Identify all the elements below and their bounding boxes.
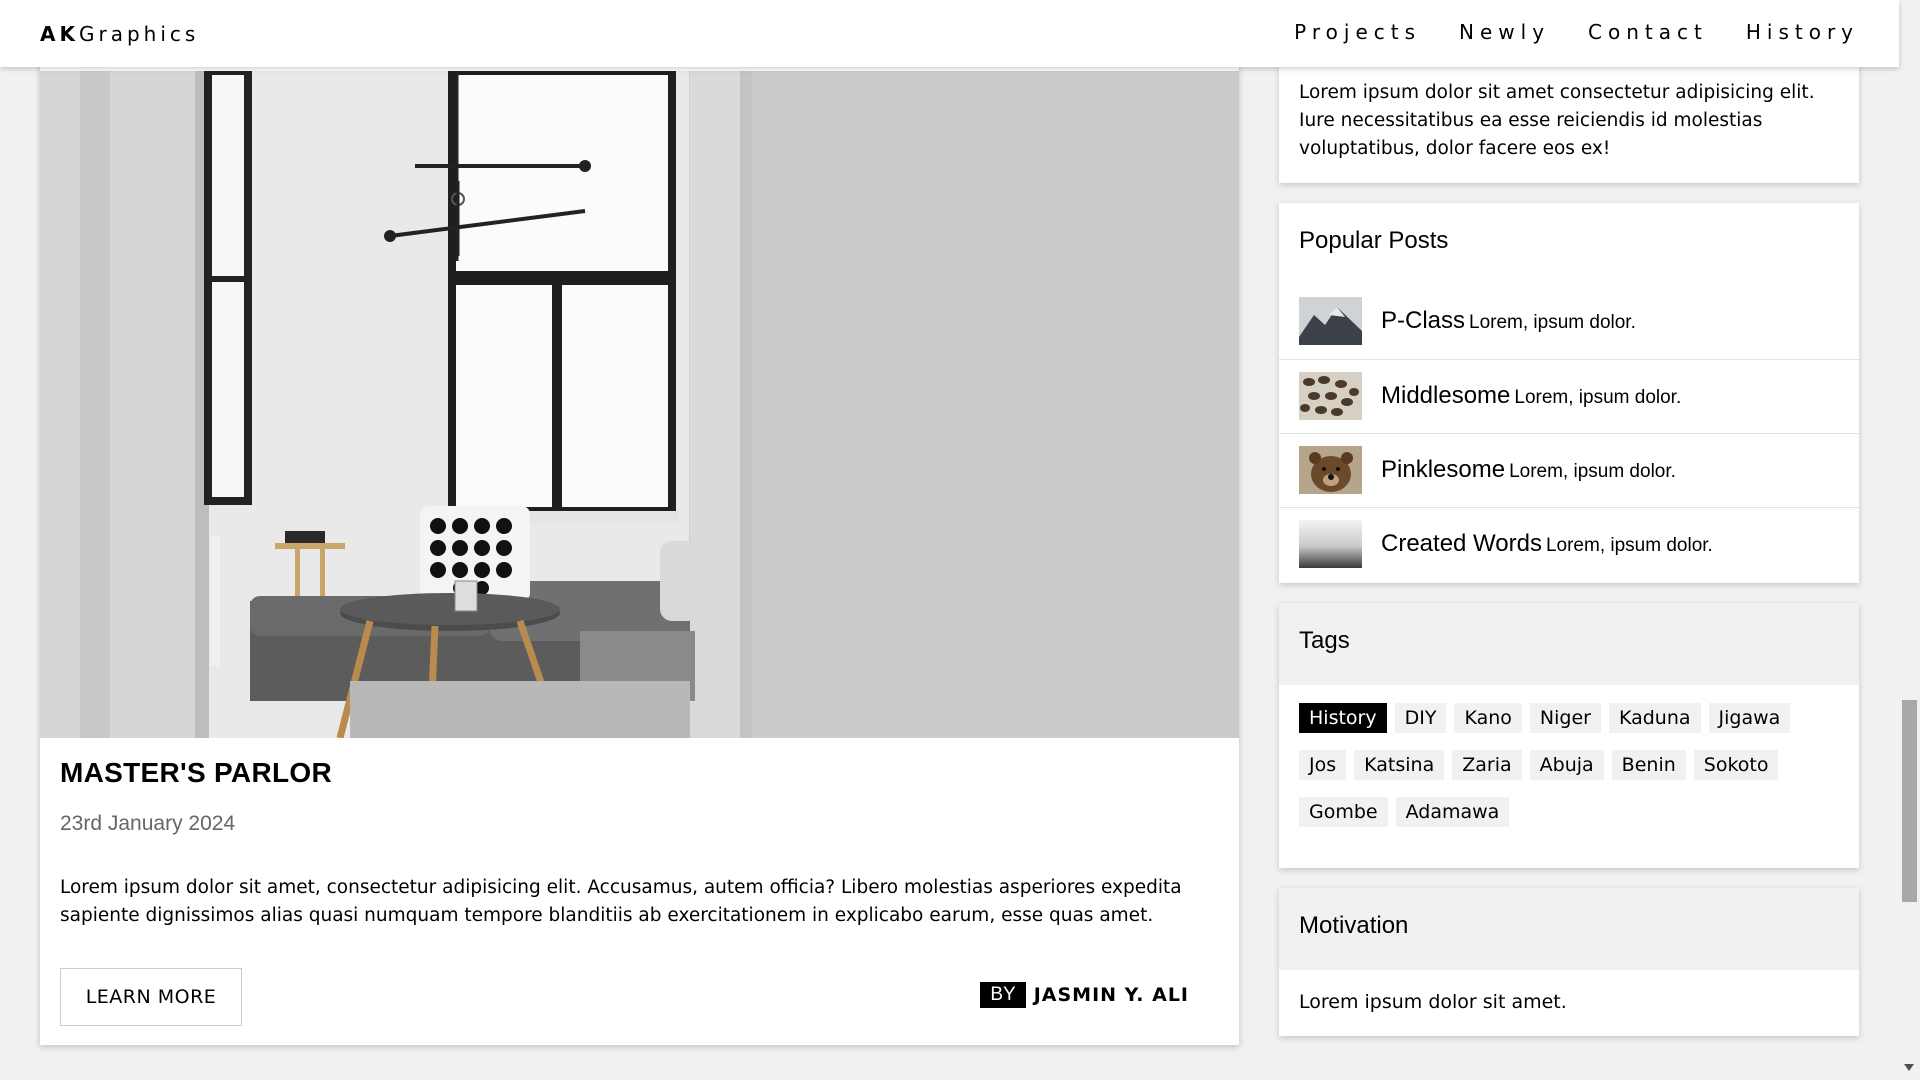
post-title: MASTER'S PARLOR bbox=[60, 757, 332, 788]
popular-post-item[interactable]: Created Words Lorem, ipsum dolor. bbox=[1279, 507, 1859, 582]
popular-post-item[interactable]: Middlesome Lorem, ipsum dolor. bbox=[1279, 359, 1859, 434]
post-hero-image bbox=[40, 71, 1239, 738]
popular-post-desc: Lorem, ipsum dolor. bbox=[1509, 461, 1676, 482]
scrollbar-thumb[interactable] bbox=[1902, 700, 1917, 902]
fog-thumbnail bbox=[1299, 520, 1362, 568]
popular-posts-card: Popular Posts P-Class Lorem, ipsum dolor.… bbox=[1279, 203, 1859, 583]
mountain-thumbnail bbox=[1299, 297, 1362, 345]
popular-posts-heading: Popular Posts bbox=[1299, 227, 1449, 254]
brand-logo[interactable]: AKGraphics bbox=[40, 22, 199, 46]
brand-strong: AK bbox=[40, 22, 79, 46]
tag-kano[interactable]: Kano bbox=[1454, 703, 1522, 733]
tag-jos[interactable]: Jos bbox=[1299, 750, 1347, 780]
post-excerpt: Lorem ipsum dolor sit amet, consectetur … bbox=[60, 877, 1182, 926]
post-date: 23rd January 2024 bbox=[60, 812, 236, 835]
tag-kaduna[interactable]: Kaduna bbox=[1608, 703, 1701, 733]
tag-niger[interactable]: Niger bbox=[1529, 703, 1601, 733]
popular-post-title: Pinklesome bbox=[1381, 456, 1506, 483]
tag-history[interactable]: History bbox=[1299, 703, 1387, 733]
tag-katsina[interactable]: Katsina bbox=[1354, 750, 1445, 780]
popular-post-title: Middlesome bbox=[1381, 382, 1511, 409]
top-nav-bar: AKGraphics Projects Newly Contact Histor… bbox=[0, 0, 1899, 67]
tag-jigawa[interactable]: Jigawa bbox=[1708, 703, 1791, 733]
scroll-down-arrow-icon[interactable] bbox=[1904, 1064, 1914, 1071]
main-nav: Projects Newly Contact History bbox=[1256, 20, 1859, 44]
tag-abuja[interactable]: Abuja bbox=[1529, 750, 1604, 780]
tag-adamawa[interactable]: Adamawa bbox=[1395, 797, 1510, 827]
page-scrollbar[interactable] bbox=[1899, 0, 1920, 1080]
popular-post-title: P-Class bbox=[1381, 307, 1466, 334]
tag-benin[interactable]: Benin bbox=[1611, 750, 1686, 780]
tags-card: Tags History DIY Kano Niger Kaduna Jigaw… bbox=[1279, 603, 1859, 868]
tag-sokoto[interactable]: Sokoto bbox=[1693, 750, 1779, 780]
post-author: JASMIN Y. ALI bbox=[1033, 984, 1189, 1006]
tag-diy[interactable]: DIY bbox=[1394, 703, 1447, 733]
nav-link-contact[interactable]: Contact bbox=[1588, 20, 1708, 44]
motivation-text: Lorem ipsum dolor sit amet. bbox=[1299, 991, 1567, 1013]
post-card: MASTER'S PARLOR 23rd January 2024 Lorem … bbox=[40, 30, 1239, 1045]
motivation-card: Motivation Lorem ipsum dolor sit amet. bbox=[1279, 888, 1859, 1036]
brand-rest: Graphics bbox=[78, 22, 200, 46]
coffee-beans-thumbnail bbox=[1299, 372, 1362, 420]
popular-post-desc: Lorem, ipsum dolor. bbox=[1469, 312, 1636, 333]
motivation-heading: Motivation bbox=[1279, 888, 1859, 970]
about-text: Lorem ipsum dolor sit amet consectetur a… bbox=[1299, 82, 1815, 159]
by-badge: BY bbox=[980, 982, 1026, 1008]
popular-post-desc: Lorem, ipsum dolor. bbox=[1545, 535, 1713, 556]
nav-link-newly[interactable]: Newly bbox=[1459, 20, 1550, 44]
tags-heading: Tags bbox=[1279, 603, 1859, 685]
popular-post-item[interactable]: P-Class Lorem, ipsum dolor. bbox=[1279, 285, 1859, 359]
popular-post-desc: Lorem, ipsum dolor. bbox=[1514, 387, 1682, 408]
tag-list: History DIY Kano Niger Kaduna Jigawa Jos… bbox=[1299, 703, 1839, 827]
bear-thumbnail bbox=[1299, 446, 1362, 494]
popular-post-item[interactable]: Pinklesome Lorem, ipsum dolor. bbox=[1279, 433, 1859, 508]
popular-post-title: Created Words bbox=[1381, 530, 1542, 557]
post-byline: BY JASMIN Y. ALI bbox=[980, 982, 1189, 1008]
tag-gombe[interactable]: Gombe bbox=[1299, 797, 1388, 827]
learn-more-button[interactable]: LEARN MORE bbox=[60, 968, 242, 1026]
nav-link-projects[interactable]: Projects bbox=[1294, 20, 1421, 44]
tag-zaria[interactable]: Zaria bbox=[1452, 750, 1522, 780]
nav-link-history[interactable]: History bbox=[1746, 20, 1859, 44]
